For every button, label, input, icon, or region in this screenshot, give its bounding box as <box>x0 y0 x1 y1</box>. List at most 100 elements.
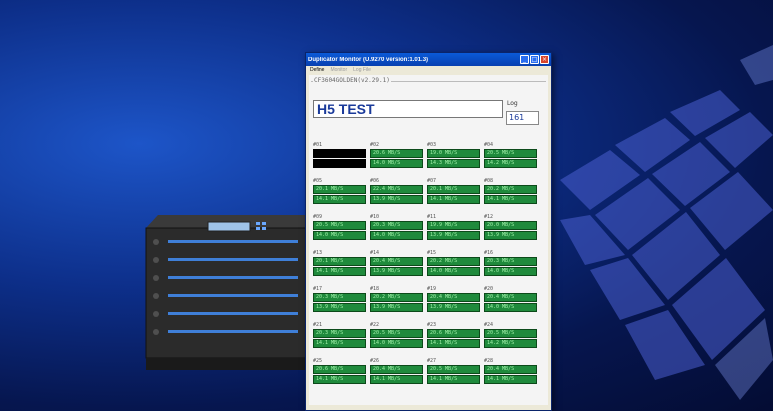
port-speed-r2: 13.9 MB/S <box>370 267 423 276</box>
port-16: #16 20.3 MB/S 14.0 MB/S <box>484 250 537 278</box>
port-24: #24 20.5 MB/S 14.2 MB/S <box>484 322 537 350</box>
port-02: #02 20.6 MB/S 14.0 MB/S <box>370 142 423 170</box>
port-speed-r1: 20.5 MB/S <box>370 329 423 338</box>
port-speed-r1: 20.2 MB/S <box>484 185 537 194</box>
port-speed-r1: 20.2 MB/S <box>427 257 480 266</box>
port-speed-r2: 13.9 MB/S <box>484 231 537 240</box>
port-number: #19 <box>427 286 437 292</box>
port-number: #16 <box>484 250 494 256</box>
port-speed-r1: 20.1 MB/S <box>313 185 366 194</box>
port-speed-r2: 14.1 MB/S <box>427 195 480 204</box>
title-bar[interactable]: Duplicator Monitor (U.9270 version:1.01.… <box>306 53 551 66</box>
port-speed-r2 <box>313 159 366 168</box>
port-speed-r2: 13.9 MB/S <box>370 303 423 312</box>
port-number: #12 <box>484 214 494 220</box>
port-number: #26 <box>370 358 380 364</box>
port-10: #10 20.3 MB/S 14.0 MB/S <box>370 214 423 242</box>
port-number: #24 <box>484 322 494 328</box>
port-08: #08 20.2 MB/S 14.1 MB/S <box>484 178 537 206</box>
port-speed-r1: 20.3 MB/S <box>484 257 537 266</box>
port-speed-r2: 14.1 MB/S <box>427 339 480 348</box>
port-speed-r1: 20.5 MB/S <box>427 365 480 374</box>
port-speed-r2: 14.0 MB/S <box>370 231 423 240</box>
port-number: #09 <box>313 214 323 220</box>
menu-log-file[interactable]: Log File <box>353 67 371 74</box>
port-number: #08 <box>484 178 494 184</box>
port-number: #17 <box>313 286 323 292</box>
port-speed-r1: 20.3 MB/S <box>313 329 366 338</box>
port-speed-r1: 20.3 MB/S <box>370 221 423 230</box>
port-speed-r1: 19.0 MB/S <box>427 149 480 158</box>
duplicator-monitor-window: Duplicator Monitor (U.9270 version:1.01.… <box>305 52 552 411</box>
port-23: #23 20.6 MB/S 14.1 MB/S <box>427 322 480 350</box>
port-number: #14 <box>370 250 380 256</box>
port-speed-r2: 14.3 MB/S <box>427 159 480 168</box>
port-15: #15 20.2 MB/S 14.0 MB/S <box>427 250 480 278</box>
port-speed-r2: 14.1 MB/S <box>427 375 480 384</box>
port-number: #18 <box>370 286 380 292</box>
port-speed-r2: 14.0 MB/S <box>427 267 480 276</box>
port-03: #03 19.0 MB/S 14.3 MB/S <box>427 142 480 170</box>
device-group-label: CF3604GOLDEN(v2.29.1) <box>313 77 391 84</box>
port-speed-r1: 20.1 MB/S <box>427 185 480 194</box>
port-12: #12 20.0 MB/S 13.9 MB/S <box>484 214 537 242</box>
port-speed-r1: 20.6 MB/S <box>427 329 480 338</box>
port-speed-r1 <box>313 149 366 158</box>
maximize-button[interactable]: □ <box>530 55 539 64</box>
port-18: #18 20.2 MB/S 13.9 MB/S <box>370 286 423 314</box>
port-speed-r2: 14.0 MB/S <box>313 231 366 240</box>
port-speed-r1: 22.4 MB/S <box>370 185 423 194</box>
port-speed-r1: 20.4 MB/S <box>427 293 480 302</box>
monitor-panel: CF3604GOLDEN(v2.29.1) H5 TEST Log 161 #0… <box>309 75 548 405</box>
port-speed-r2: 14.1 MB/S <box>313 339 366 348</box>
port-number: #02 <box>370 142 380 148</box>
port-number: #25 <box>313 358 323 364</box>
job-title-field: H5 TEST <box>313 100 503 118</box>
close-button[interactable]: × <box>540 55 549 64</box>
port-number: #21 <box>313 322 323 328</box>
port-22: #22 20.5 MB/S 14.0 MB/S <box>370 322 423 350</box>
port-07: #07 20.1 MB/S 14.1 MB/S <box>427 178 480 206</box>
port-20: #20 20.4 MB/S 14.0 MB/S <box>484 286 537 314</box>
port-speed-r2: 14.1 MB/S <box>484 375 537 384</box>
port-speed-r1: 20.6 MB/S <box>370 149 423 158</box>
port-speed-r2: 14.1 MB/S <box>313 375 366 384</box>
port-09: #09 20.5 MB/S 14.0 MB/S <box>313 214 366 242</box>
port-04: #04 20.5 MB/S 14.2 MB/S <box>484 142 537 170</box>
log-label: Log <box>507 100 518 107</box>
port-21: #21 20.3 MB/S 14.1 MB/S <box>313 322 366 350</box>
minimize-button[interactable]: _ <box>520 55 529 64</box>
port-speed-r1: 20.4 MB/S <box>484 365 537 374</box>
port-speed-r2: 14.2 MB/S <box>484 159 537 168</box>
menu-monitor[interactable]: Monitor <box>330 67 347 74</box>
port-speed-r1: 20.0 MB/S <box>484 221 537 230</box>
port-speed-r1: 20.5 MB/S <box>484 329 537 338</box>
port-speed-r2: 13.9 MB/S <box>427 231 480 240</box>
port-number: #22 <box>370 322 380 328</box>
port-19: #19 20.4 MB/S 13.9 MB/S <box>427 286 480 314</box>
port-01: #01 <box>313 142 366 170</box>
port-speed-r1: 20.4 MB/S <box>484 293 537 302</box>
port-speed-r2: 13.9 MB/S <box>313 303 366 312</box>
port-speed-r1: 20.5 MB/S <box>313 221 366 230</box>
window-title: Duplicator Monitor (U.9270 version:1.01.… <box>308 56 429 63</box>
port-number: #03 <box>427 142 437 148</box>
port-number: #20 <box>484 286 494 292</box>
port-number: #07 <box>427 178 437 184</box>
port-speed-r2: 14.0 MB/S <box>370 339 423 348</box>
port-speed-r2: 14.0 MB/S <box>484 303 537 312</box>
port-number: #06 <box>370 178 380 184</box>
port-speed-r2: 14.2 MB/S <box>484 339 537 348</box>
port-speed-r2: 14.0 MB/S <box>484 267 537 276</box>
menu-define[interactable]: Define <box>310 67 324 74</box>
port-speed-r2: 14.1 MB/S <box>313 267 366 276</box>
port-speed-r2: 13.9 MB/S <box>370 195 423 204</box>
log-count-field: 161 <box>506 111 539 125</box>
port-speed-r1: 19.9 MB/S <box>427 221 480 230</box>
port-06: #06 22.4 MB/S 13.9 MB/S <box>370 178 423 206</box>
port-27: #27 20.5 MB/S 14.1 MB/S <box>427 358 480 386</box>
port-speed-r1: 20.6 MB/S <box>313 365 366 374</box>
port-number: #23 <box>427 322 437 328</box>
port-speed-r2: 14.1 MB/S <box>370 375 423 384</box>
port-speed-r1: 20.2 MB/S <box>370 293 423 302</box>
